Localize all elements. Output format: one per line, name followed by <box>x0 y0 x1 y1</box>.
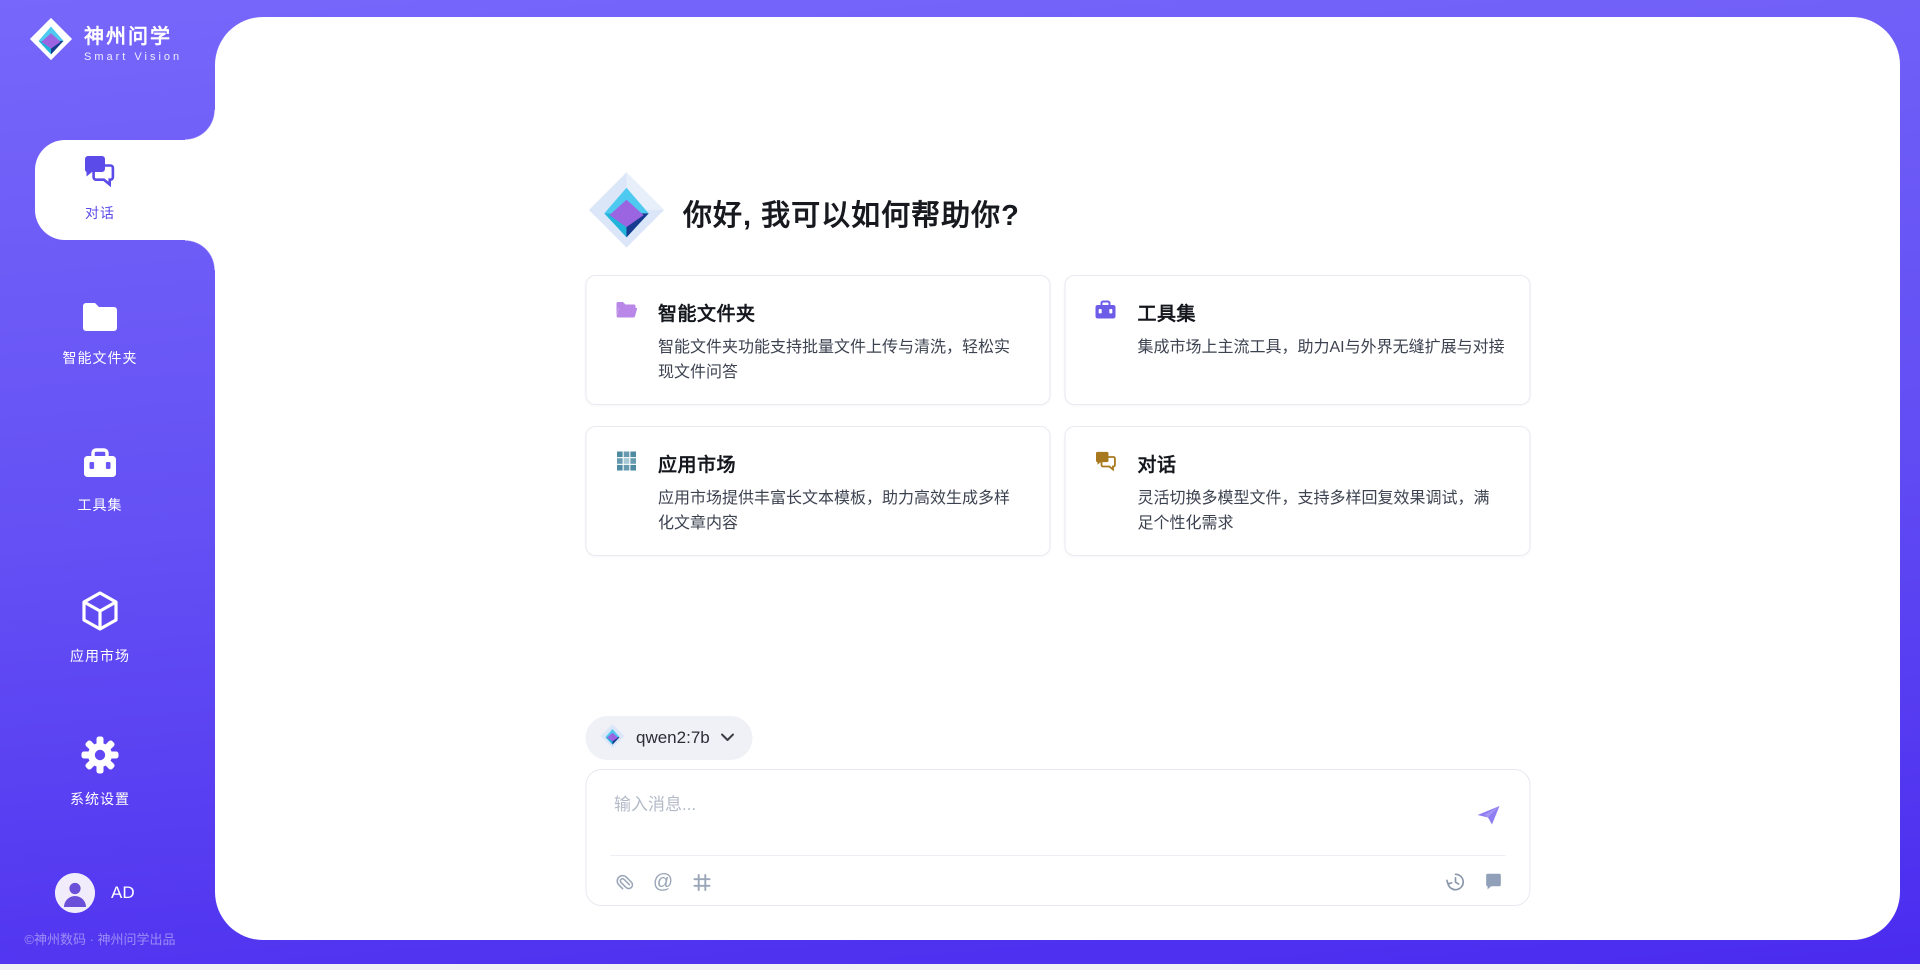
card-smart-folder[interactable]: 智能文件夹 智能文件夹功能支持批量文件上传与清洗，轻松实现文件问答 <box>585 275 1051 405</box>
card-title: 智能文件夹 <box>658 299 756 326</box>
greeting-title: 你好, 我可以如何帮助你? <box>683 192 1020 234</box>
grid-icon <box>614 449 638 478</box>
diamond-logo-icon <box>28 16 74 67</box>
model-selector[interactable]: qwen2:7b <box>585 716 753 760</box>
send-icon[interactable] <box>1473 800 1503 830</box>
sidebar-item-smart-folder[interactable]: 智能文件夹 <box>0 300 200 368</box>
user-profile[interactable]: AD <box>55 873 135 913</box>
toolbox-icon <box>80 468 120 485</box>
brand-name: 神州问学 <box>84 20 182 49</box>
gear-icon <box>80 762 120 779</box>
card-description: 应用市场提供丰富长文本模板，助力高效生成多样化文章内容 <box>658 487 1026 537</box>
sidebar-item-label: 系统设置 <box>0 789 200 809</box>
folder-icon <box>80 321 120 338</box>
card-app-market[interactable]: 应用市场 应用市场提供丰富长文本模板，助力高效生成多样化文章内容 <box>585 426 1051 556</box>
copyright-text: ©神州数码 · 神州问学出品 <box>0 929 200 948</box>
chevron-down-icon <box>721 729 735 747</box>
chat-icon <box>1094 449 1118 478</box>
card-description: 集成市场上主流工具，助力AI与外界无缝扩展与对接 <box>1138 336 1506 361</box>
sidebar-item-label: 应用市场 <box>0 646 200 666</box>
toolbox-icon <box>1094 298 1118 327</box>
at-icon[interactable]: @ <box>651 870 675 894</box>
sidebar-item-label: 对话 <box>0 203 200 223</box>
card-title: 对话 <box>1138 450 1177 477</box>
sidebar-item-label: 智能文件夹 <box>0 348 200 368</box>
card-description: 智能文件夹功能支持批量文件上传与清洗，轻松实现文件问答 <box>658 336 1026 386</box>
paperclip-icon[interactable] <box>612 870 636 894</box>
cube-icon <box>80 619 120 636</box>
message-input[interactable] <box>614 790 1454 848</box>
folder-icon <box>614 298 638 327</box>
sidebar-item-settings[interactable]: 系统设置 <box>0 735 200 809</box>
composer-divider <box>610 855 1505 856</box>
person-icon <box>55 873 95 913</box>
card-title: 应用市场 <box>658 450 736 477</box>
sidebar-item-toolset[interactable]: 工具集 <box>0 445 200 515</box>
card-chat[interactable]: 对话 灵活切换多模型文件，支持多样回复效果调试，满足个性化需求 <box>1065 426 1531 556</box>
sidebar-item-label: 工具集 <box>0 495 200 515</box>
history-icon[interactable] <box>1443 870 1467 894</box>
avatar <box>55 873 95 913</box>
sidebar-item-chat[interactable]: 对话 <box>0 152 200 223</box>
brand: 神州问学 Smart Vision <box>28 16 182 67</box>
card-toolset[interactable]: 工具集 集成市场上主流工具，助力AI与外界无缝扩展与对接 <box>1065 275 1531 405</box>
main-content-panel: 你好, 我可以如何帮助你? 智能文件夹 智能文件夹功能支持批量文件上传与清洗，轻… <box>215 17 1900 940</box>
message-composer: @ <box>585 769 1530 906</box>
diamond-logo-icon <box>585 169 667 256</box>
card-title: 工具集 <box>1138 299 1197 326</box>
card-description: 灵活切换多模型文件，支持多样回复效果调试，满足个性化需求 <box>1138 487 1506 537</box>
chat-icon <box>81 175 119 192</box>
brand-subtitle: Smart Vision <box>84 51 182 63</box>
horizontal-scrollbar[interactable] <box>0 964 1920 970</box>
feature-cards: 智能文件夹 智能文件夹功能支持批量文件上传与清洗，轻松实现文件问答 工具集 <box>585 275 1530 556</box>
sidebar-item-app-market[interactable]: 应用市场 <box>0 590 200 666</box>
hash-icon[interactable] <box>690 870 714 894</box>
greeting-row: 你好, 我可以如何帮助你? <box>585 169 1020 256</box>
sidebar: 神州问学 Smart Vision 对话 智能文件夹 <box>0 0 215 970</box>
model-name: qwen2:7b <box>636 728 710 748</box>
user-name: AD <box>111 883 135 903</box>
diamond-logo-icon <box>599 723 625 754</box>
chat-history-icon[interactable] <box>1481 870 1505 894</box>
